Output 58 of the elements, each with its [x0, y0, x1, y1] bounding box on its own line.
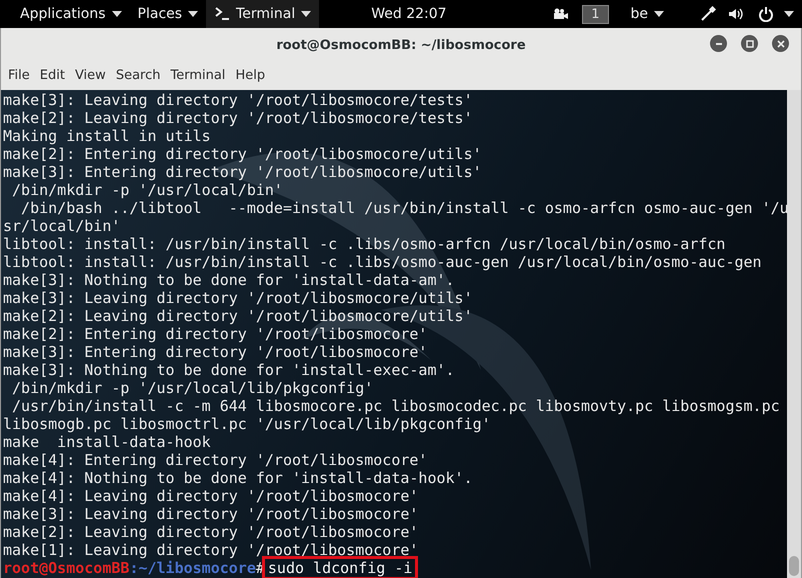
terminal-line: make[4]: Entering directory '/root/libosmocore'	[3, 451, 428, 469]
minimize-button[interactable]	[710, 35, 727, 52]
terminal-line: libtool: install: /usr/bin/install -c .libs/osmo-auc-gen /usr/local/bin/osmo-auc-gen	[3, 253, 763, 271]
command-text: sudo ldconfig -i	[264, 559, 416, 577]
terminal-line: /bin/mkdir -p '/usr/local/bin'	[11, 181, 284, 199]
close-button[interactable]	[772, 35, 789, 52]
terminal-line: sr/local/bin'	[3, 217, 122, 235]
top-menu[interactable]: Applications	[12, 0, 130, 28]
terminal-line: make[3]: Leaving directory '/root/libosmocore/tests'	[3, 91, 474, 109]
menu-item[interactable]: Edit	[34, 68, 70, 82]
maximize-icon	[746, 40, 754, 48]
terminal-line: make[4]: Nothing to be done for 'install-data-hook'.	[3, 469, 474, 487]
terminal-line: make[2]: Leaving directory '/root/libosmocore/utils'	[3, 307, 474, 325]
menu-item[interactable]: Help	[230, 68, 270, 82]
app-menu[interactable]: Terminal	[206, 0, 320, 28]
terminal-line: libosmogb.pc libosmoctrl.pc '/usr/local/lib/pkgconfig'	[3, 415, 492, 433]
menu-item[interactable]: Search	[110, 68, 166, 82]
terminal-line: /usr/bin/install -c -m 644 libosmocore.pc libosmocodec.pc libosmovty.pc libosmogsm.pc	[11, 397, 781, 415]
clock[interactable]: Wed 22:07	[371, 6, 447, 22]
terminal-view[interactable]	[1, 90, 787, 578]
terminal-line: make[3]: Nothing to be done for 'install-data-am'.	[3, 271, 456, 289]
scrollbar[interactable]	[787, 90, 801, 578]
prompt-user-host: root@OsmocomBB	[3, 559, 130, 577]
terminal-line: make[2]: Entering directory '/root/libosmocore/utils'	[3, 145, 483, 163]
terminal-line: make[3]: Entering directory '/root/libosmocore/utils'	[3, 163, 483, 181]
terminal-line: /bin/mkdir -p '/usr/local/lib/pkgconfig'	[11, 379, 374, 397]
terminal-line: make[1]: Leaving directory '/root/libosmocore'	[3, 541, 420, 559]
terminal-line: /bin/bash ../libtool --mode=install /usr/bin/install -c osmo-arfcn osmo-auc-gen '/u	[20, 199, 785, 217]
workspace-indicator[interactable]: 1	[582, 4, 608, 24]
close-icon	[776, 40, 784, 48]
caret-icon	[301, 11, 312, 17]
menu-item[interactable]: File	[3, 68, 35, 82]
terminal-line: make[3]: Leaving directory '/root/libosmocore'	[3, 505, 420, 523]
menu-item[interactable]: Terminal	[165, 68, 230, 82]
maximize-button[interactable]	[741, 35, 758, 52]
terminal-line: libtool: install: /usr/bin/install -c .libs/osmo-arfcn /usr/local/bin/osmo-arfcn	[3, 235, 726, 253]
window-title: root@OsmocomBB: ~/libosmocore	[276, 38, 526, 52]
terminal-line: make[3]: Entering directory '/root/libosmocore'	[3, 343, 428, 361]
caret-icon	[188, 11, 198, 17]
top-menu[interactable]: Places	[130, 0, 206, 28]
video-camera-icon[interactable]	[552, 8, 568, 20]
caret-icon	[654, 11, 664, 17]
volume-icon[interactable]	[728, 6, 744, 22]
caret-icon	[784, 11, 794, 17]
terminal-line: make[2]: Leaving directory '/root/libosmocore'	[3, 523, 420, 541]
prompt-path: :~/libosmocore	[129, 559, 256, 577]
menu-item[interactable]: View	[70, 68, 111, 82]
keyboard-layout-menu[interactable]: be	[622, 0, 672, 28]
caret-icon	[112, 11, 122, 17]
terminal-line: make[3]: Nothing to be done for 'install-exec-am'.	[3, 361, 456, 379]
terminal-line: make[4]: Leaving directory '/root/libosmocore'	[3, 487, 420, 505]
terminal-line: make[2]: Leaving directory '/root/libosmocore/tests'	[3, 109, 474, 127]
terminal-line: make install-data-hook	[3, 433, 212, 451]
terminal-line: Making install in utils	[3, 127, 212, 145]
terminal-line: make[2]: Entering directory '/root/libosmocore'	[3, 325, 428, 343]
terminal-line: make[3]: Leaving directory '/root/libosmocore/utils'	[3, 289, 474, 307]
terminal-icon	[214, 6, 230, 22]
power-icon[interactable]	[758, 6, 774, 22]
